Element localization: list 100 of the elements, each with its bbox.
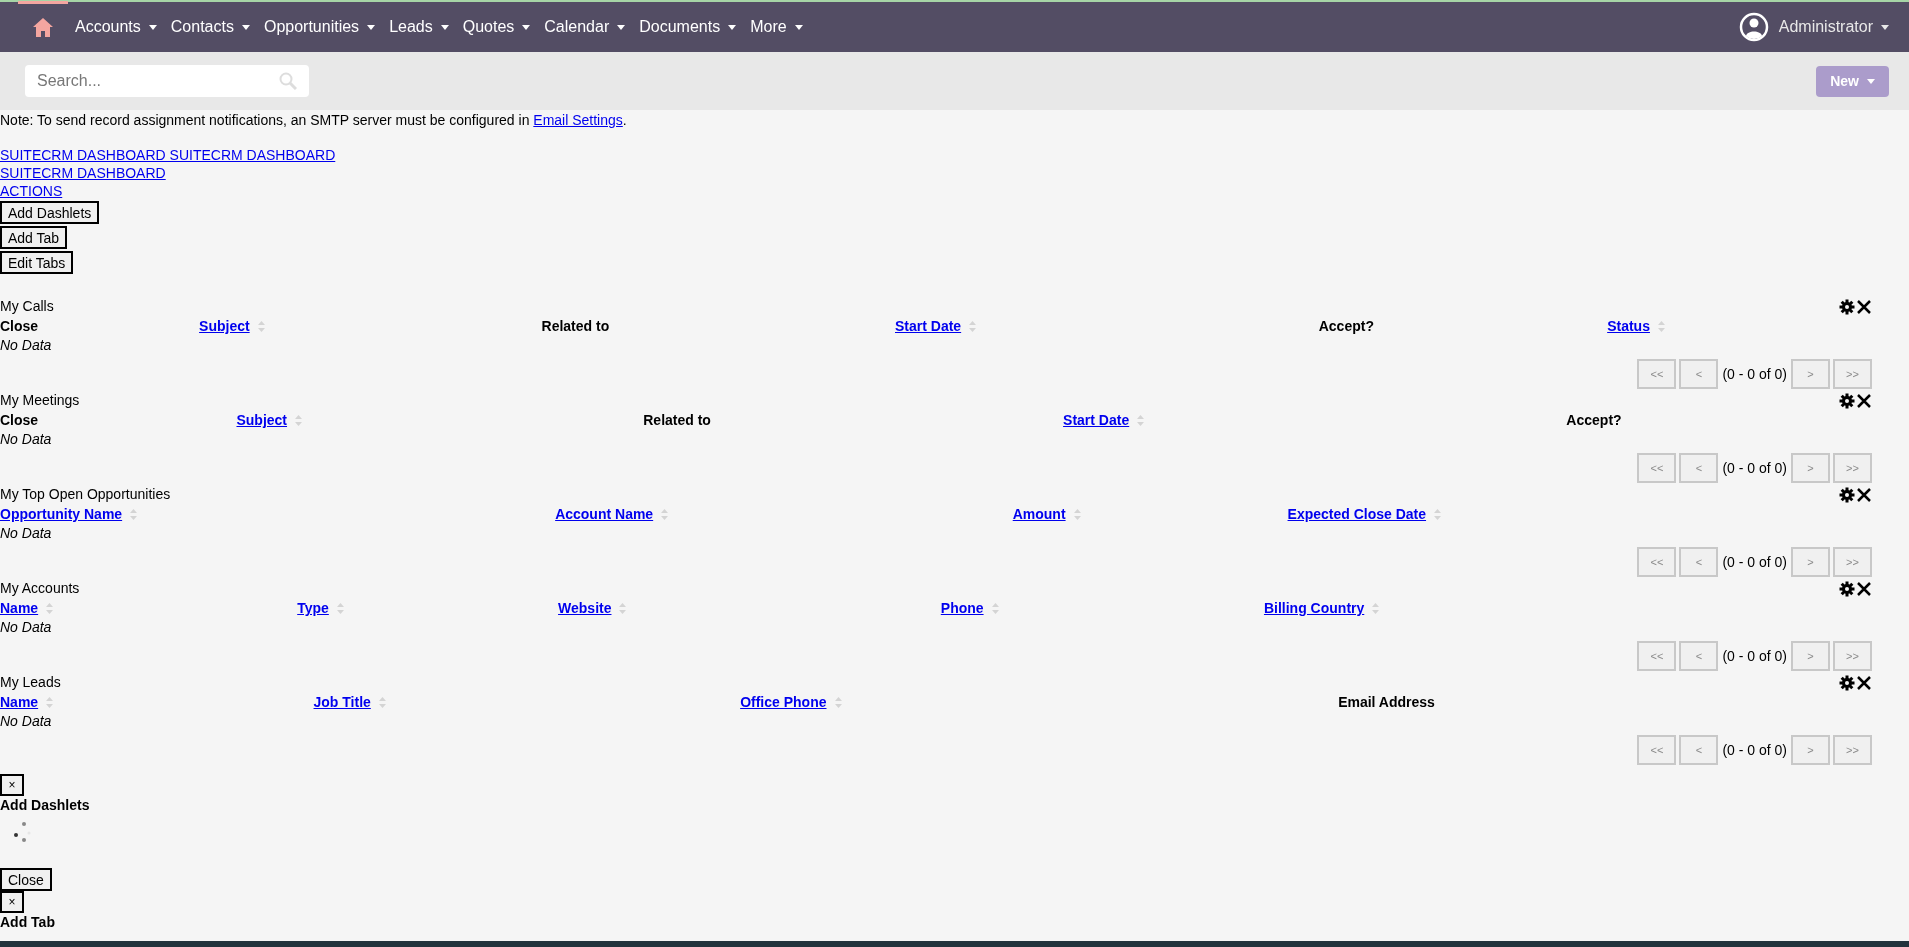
- caret-icon: [367, 24, 376, 30]
- sort-icon: [46, 697, 54, 708]
- email-settings-link[interactable]: Email Settings: [533, 112, 623, 128]
- sort-icon: [991, 603, 999, 614]
- column-sort-link[interactable]: Billing Country: [1263, 599, 1365, 618]
- column-sort-link[interactable]: Name: [0, 599, 39, 618]
- settings-icon[interactable]: [1839, 486, 1855, 503]
- column-sort-link[interactable]: Expected Close Date: [1287, 505, 1427, 524]
- dashlet-title: My Calls: [0, 297, 54, 316]
- action-button[interactable]: Add Tab: [0, 226, 68, 249]
- sort-icon: [1073, 509, 1081, 520]
- column-sort-link[interactable]: Type: [297, 599, 329, 618]
- dashboard-link[interactable]: SUITECRM DASHBOARD SUITECRM DASHBOARD: [0, 146, 336, 164]
- caret-icon: [440, 24, 449, 30]
- page-range: (0 - 0 of 0): [1721, 552, 1788, 572]
- column-header: Related to: [541, 318, 610, 334]
- dialog-title: Add Tab: [0, 913, 55, 931]
- column-header: Close: [0, 412, 39, 428]
- sort-icon: [295, 415, 303, 426]
- column-sort-link[interactable]: Status: [1607, 317, 1650, 336]
- column-sort-link[interactable]: Subject: [199, 317, 250, 336]
- dialog-close-button[interactable]: ×: [0, 891, 24, 913]
- column-sort-link[interactable]: Account Name: [555, 505, 654, 524]
- close-icon[interactable]: [1857, 487, 1871, 502]
- caret-icon: [1867, 78, 1875, 84]
- home-icon[interactable]: [33, 17, 53, 37]
- settings-icon[interactable]: [1839, 674, 1855, 691]
- column-sort-link[interactable]: Job Title: [313, 693, 371, 712]
- column-header: Email Address: [1338, 694, 1435, 710]
- column-sort-link[interactable]: Subject: [236, 411, 288, 430]
- notice-text: Note: To send record assignment notifications, an SMTP server must be configured in Email Settings.: [0, 111, 628, 129]
- sort-icon: [969, 321, 977, 332]
- caret-icon: [1881, 24, 1889, 30]
- sort-icon: [46, 603, 54, 614]
- sort-icon: [661, 509, 669, 520]
- column-sort-link[interactable]: Start Date: [1063, 411, 1130, 430]
- close-icon[interactable]: [1857, 675, 1871, 690]
- dashboard-link[interactable]: SUITECRM DASHBOARD: [0, 164, 166, 182]
- no-data-text: No Data: [0, 713, 52, 729]
- nav-menu-item[interactable]: Contacts: [163, 15, 257, 39]
- action-button[interactable]: Add Dashlets: [0, 201, 100, 224]
- search-field[interactable]: Search...: [25, 65, 309, 97]
- dashlet-title: My Accounts: [0, 579, 80, 598]
- settings-icon[interactable]: [1839, 298, 1855, 315]
- no-data-text: No Data: [0, 337, 52, 353]
- sort-icon: [378, 697, 386, 708]
- close-icon[interactable]: [1857, 299, 1871, 314]
- action-button[interactable]: Edit Tabs: [0, 251, 74, 274]
- nav-menu-item[interactable]: Leads: [382, 15, 456, 39]
- caret-icon: [617, 24, 626, 30]
- page-range: (0 - 0 of 0): [1721, 364, 1788, 384]
- dialog-action-button[interactable]: Close: [0, 868, 52, 891]
- column-sort-link[interactable]: Amount: [1012, 505, 1066, 524]
- sort-icon: [1372, 603, 1380, 614]
- caret-icon: [794, 24, 803, 30]
- column-sort-link[interactable]: Start Date: [895, 317, 962, 336]
- dashlet-title: My Leads: [0, 673, 61, 692]
- dashboard-link[interactable]: ACTIONS: [0, 182, 63, 200]
- page-range: (0 - 0 of 0): [1721, 740, 1788, 760]
- nav-menu-item[interactable]: Documents: [632, 15, 744, 39]
- page-range: (0 - 0 of 0): [1721, 646, 1788, 666]
- settings-icon[interactable]: [1839, 392, 1855, 409]
- nav-menu-item[interactable]: More: [743, 15, 810, 39]
- nav-menu-item[interactable]: Calendar: [537, 15, 633, 39]
- column-header: Related to: [643, 412, 711, 428]
- no-data-text: No Data: [0, 525, 52, 541]
- caret-icon: [148, 24, 157, 30]
- nav-menu-item[interactable]: Opportunities: [256, 15, 383, 39]
- no-data-text: No Data: [0, 431, 52, 447]
- caret-icon: [728, 24, 737, 30]
- nav-menu-item[interactable]: Quotes: [455, 15, 538, 39]
- no-data-text: No Data: [0, 619, 52, 635]
- close-icon[interactable]: [1857, 581, 1871, 596]
- column-header: Accept?: [1566, 412, 1622, 428]
- sort-icon: [1137, 415, 1145, 426]
- column-sort-link[interactable]: Opportunity Name: [0, 505, 123, 524]
- column-header: Close: [0, 318, 39, 334]
- sort-icon: [1657, 321, 1665, 332]
- nav-menu-item[interactable]: Accounts: [68, 15, 164, 39]
- user-menu[interactable]: Administrator: [1778, 15, 1889, 39]
- close-icon[interactable]: [1857, 393, 1871, 408]
- dashlet-title: My Top Open Opportunities: [0, 485, 171, 504]
- caret-icon: [522, 24, 531, 30]
- sort-icon: [1434, 509, 1442, 520]
- column-sort-link[interactable]: Office Phone: [740, 693, 827, 712]
- dashlet-title: My Meetings: [0, 391, 80, 410]
- settings-icon[interactable]: [1839, 580, 1855, 597]
- dialog-close-button[interactable]: ×: [0, 774, 24, 796]
- caret-icon: [241, 24, 250, 30]
- sort-icon: [834, 697, 842, 708]
- dialog-title: Add Dashlets: [0, 796, 90, 814]
- sort-icon: [336, 603, 344, 614]
- page-range: (0 - 0 of 0): [1721, 458, 1788, 478]
- sort-icon: [619, 603, 627, 614]
- column-sort-link[interactable]: Website: [558, 599, 612, 618]
- column-header: Accept?: [1318, 318, 1374, 334]
- user-avatar-icon[interactable]: [1738, 12, 1769, 42]
- column-sort-link[interactable]: Phone: [940, 599, 984, 618]
- column-sort-link[interactable]: Name: [0, 693, 39, 712]
- sort-icon: [130, 509, 138, 520]
